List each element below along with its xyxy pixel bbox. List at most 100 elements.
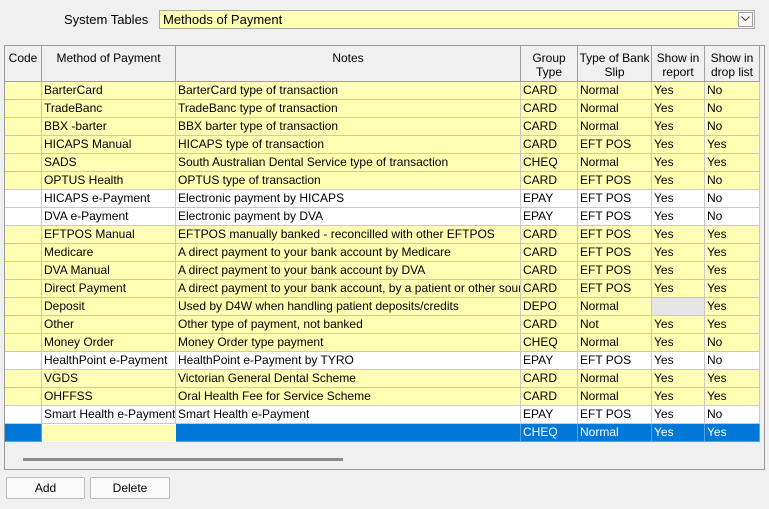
cell-show-in-report[interactable]: Yes [652, 244, 705, 262]
cell-bank-slip[interactable]: EFT POS [578, 172, 652, 190]
cell-notes[interactable]: Used by D4W when handling patient deposi… [176, 298, 521, 316]
cell-code[interactable] [5, 334, 42, 352]
cell-group-type[interactable]: CARD [521, 388, 578, 406]
cell-show-in-drop-list[interactable]: Yes [705, 280, 760, 298]
header-notes[interactable]: Notes [176, 46, 521, 82]
cell-method[interactable]: EFTPOS Manual [42, 226, 176, 244]
cell-code[interactable] [5, 316, 42, 334]
cell-show-in-drop-list[interactable]: Yes [705, 316, 760, 334]
cell-group-type[interactable]: CHEQ [521, 424, 578, 442]
cell-show-in-report[interactable]: Yes [652, 118, 705, 136]
cell-notes[interactable]: OPTUS type of transaction [176, 172, 521, 190]
cell-code[interactable] [5, 352, 42, 370]
cell-bank-slip[interactable]: Normal [578, 154, 652, 172]
cell-method[interactable]: OHFFSS [42, 388, 176, 406]
cell-group-type[interactable]: CHEQ [521, 154, 578, 172]
cell-show-in-drop-list[interactable]: Yes [705, 370, 760, 388]
cell-code[interactable] [5, 118, 42, 136]
cell-show-in-drop-list[interactable]: No [705, 82, 760, 100]
table-row[interactable]: SADS South Australian Dental Service type… [5, 154, 760, 172]
cell-notes[interactable]: TradeBanc type of transaction [176, 100, 521, 118]
cell-group-type[interactable]: CARD [521, 226, 578, 244]
cell-show-in-drop-list[interactable]: No [705, 100, 760, 118]
cell-bank-slip[interactable]: Not [578, 316, 652, 334]
cell-show-in-drop-list[interactable]: Yes [705, 136, 760, 154]
cell-show-in-report[interactable]: Yes [652, 154, 705, 172]
cell-show-in-drop-list[interactable]: No [705, 172, 760, 190]
cell-notes[interactable]: Oral Health Fee for Service Scheme [176, 388, 521, 406]
table-row[interactable]: DVA e-Payment Electronic payment by DVA EP… [5, 208, 760, 226]
cell-show-in-report[interactable]: Yes [652, 406, 705, 424]
cell-show-in-report[interactable]: Yes [652, 100, 705, 118]
cell-notes[interactable]: A direct payment to your bank account, b… [176, 280, 521, 298]
cell-notes[interactable]: A direct payment to your bank account by… [176, 244, 521, 262]
cell-group-type[interactable]: CHEQ [521, 334, 578, 352]
header-method[interactable]: Method of Payment [42, 46, 176, 82]
cell-group-type[interactable]: CARD [521, 244, 578, 262]
table-row[interactable]: Money Order Money Order type payment CHEQ N… [5, 334, 760, 352]
cell-notes[interactable]: A direct payment to your bank account by… [176, 262, 521, 280]
cell-show-in-report[interactable]: Yes [652, 136, 705, 154]
cell-method[interactable]: Direct Payment [42, 280, 176, 298]
cell-code[interactable] [5, 280, 42, 298]
cell-code[interactable] [5, 172, 42, 190]
cell-show-in-report[interactable]: Yes [652, 424, 705, 442]
cell-method[interactable]: OPTUS Health [42, 172, 176, 190]
cell-show-in-drop-list[interactable]: No [705, 406, 760, 424]
cell-notes[interactable]: Other type of payment, not banked [176, 316, 521, 334]
cell-method[interactable]: HICAPS Manual [42, 136, 176, 154]
cell-method[interactable] [42, 424, 176, 442]
cell-method[interactable]: Other [42, 316, 176, 334]
cell-bank-slip[interactable]: EFT POS [578, 226, 652, 244]
header-code[interactable]: Code [5, 46, 42, 82]
cell-notes[interactable]: BarterCard type of transaction [176, 82, 521, 100]
cell-show-in-report[interactable]: Yes [652, 226, 705, 244]
header-bank-slip[interactable]: Type of Bank Slip [578, 46, 652, 82]
table-row[interactable]: OHFFSS Oral Health Fee for Service Scheme… [5, 388, 760, 406]
table-row[interactable]: Smart Health e-Payment Smart Health e-Pay… [5, 406, 760, 424]
cell-bank-slip[interactable]: EFT POS [578, 244, 652, 262]
table-row[interactable]: HICAPS e-Payment Electronic payment by HI… [5, 190, 760, 208]
table-row[interactable]: Other Other type of payment, not banked CA… [5, 316, 760, 334]
table-row[interactable]: VGDS Victorian General Dental Scheme CARD N… [5, 370, 760, 388]
cell-show-in-drop-list[interactable]: Yes [705, 388, 760, 406]
cell-method[interactable]: DVA Manual [42, 262, 176, 280]
cell-group-type[interactable]: EPAY [521, 208, 578, 226]
cell-show-in-drop-list[interactable]: Yes [705, 244, 760, 262]
cell-method[interactable]: HICAPS e-Payment [42, 190, 176, 208]
cell-show-in-report[interactable]: Yes [652, 280, 705, 298]
cell-show-in-report[interactable]: Yes [652, 334, 705, 352]
cell-group-type[interactable]: CARD [521, 280, 578, 298]
cell-notes[interactable]: Electronic payment by DVA [176, 208, 521, 226]
horizontal-scrollbar[interactable] [23, 458, 343, 461]
cell-method[interactable]: DVA e-Payment [42, 208, 176, 226]
cell-notes[interactable]: Smart Health e-Payment [176, 406, 521, 424]
cell-group-type[interactable]: DEPO [521, 298, 578, 316]
cell-method[interactable]: BarterCard [42, 82, 176, 100]
table-row[interactable]: Direct Payment A direct payment to your b… [5, 280, 760, 298]
system-tables-select[interactable]: Methods of Payment [159, 10, 755, 29]
cell-code[interactable] [5, 244, 42, 262]
cell-group-type[interactable]: CARD [521, 118, 578, 136]
cell-code[interactable] [5, 154, 42, 172]
table-row[interactable]: TradeBanc TradeBanc type of transaction CA… [5, 100, 760, 118]
cell-group-type[interactable]: CARD [521, 172, 578, 190]
cell-show-in-drop-list[interactable]: Yes [705, 262, 760, 280]
cell-method[interactable]: Smart Health e-Payment [42, 406, 176, 424]
cell-show-in-report[interactable]: Yes [652, 82, 705, 100]
cell-show-in-drop-list[interactable]: No [705, 190, 760, 208]
cell-show-in-report[interactable]: Yes [652, 262, 705, 280]
cell-notes[interactable]: HealthPoint e-Payment by TYRO [176, 352, 521, 370]
cell-notes[interactable] [176, 424, 521, 442]
payment-methods-grid[interactable]: Code Method of Payment Notes Group Type … [4, 45, 765, 470]
delete-button[interactable]: Delete [90, 477, 170, 499]
cell-notes[interactable]: Electronic payment by HICAPS [176, 190, 521, 208]
cell-code[interactable] [5, 208, 42, 226]
cell-bank-slip[interactable]: Normal [578, 82, 652, 100]
cell-show-in-report[interactable]: Yes [652, 388, 705, 406]
cell-bank-slip[interactable]: Normal [578, 424, 652, 442]
cell-bank-slip[interactable]: Normal [578, 118, 652, 136]
cell-bank-slip[interactable]: Normal [578, 334, 652, 352]
cell-bank-slip[interactable]: Normal [578, 100, 652, 118]
header-group-type[interactable]: Group Type [521, 46, 578, 82]
